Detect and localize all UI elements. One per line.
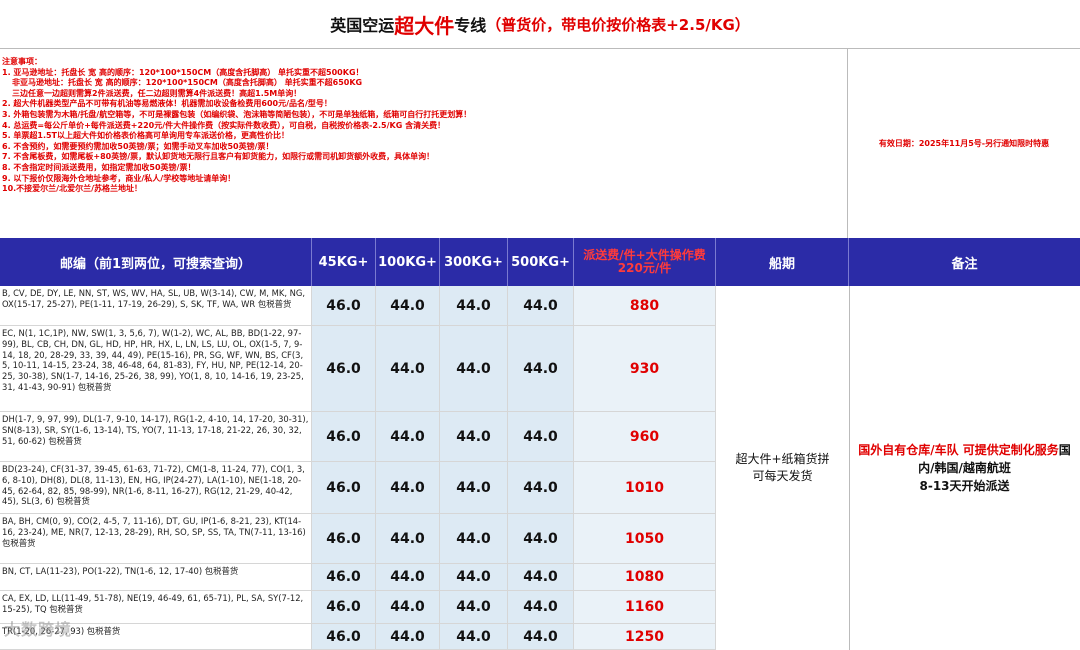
postcode-cell: BD(23-24), CF(31-37, 39-45, 61-63, 71-72… [0,462,312,514]
price-300kg: 44.0 [440,624,508,650]
price-300kg: 44.0 [440,462,508,514]
price-500kg: 44.0 [508,591,574,624]
price-100kg: 44.0 [376,462,440,514]
title-bar: 英国空运 超大件 专线 （普货价，带电价按价格表+2.5/KG） [0,0,1080,49]
price-45kg: 46.0 [312,412,376,462]
note-line: 9. 以下报价仅限海外仓地址参考，商业/私人/学校等地址请单询！ [2,173,236,183]
postcode-cell: B, CV, DE, DY, LE, NN, ST, WS, WV, HA, S… [0,286,312,326]
remark-service: 国外自有仓库/车队 可提供定制化服务 [858,443,1059,457]
title-prefix: 英国空运 [330,16,395,35]
price-300kg: 44.0 [440,412,508,462]
price-500kg: 44.0 [508,412,574,462]
price-100kg: 44.0 [376,564,440,591]
delivery-fee: 1080 [574,564,716,591]
header-ship-date: 船期 [716,238,849,286]
price-100kg: 44.0 [376,286,440,326]
price-500kg: 44.0 [508,462,574,514]
header-postcode: 邮编（前1到两位，可搜索查询） [0,238,312,286]
price-100kg: 44.0 [376,326,440,412]
note-line: 7. 不含尾板费，如需尾板+80英镑/票，默认卸货地无限行且客户有卸货能力，如限… [2,152,435,162]
delivery-fee: 1010 [574,462,716,514]
title-note: （普货价，带电价按价格表+2.5/KG） [486,15,750,34]
price-100kg: 44.0 [376,412,440,462]
price-500kg: 44.0 [508,286,574,326]
price-500kg: 44.0 [508,564,574,591]
price-45kg: 46.0 [312,624,376,650]
price-100kg: 44.0 [376,591,440,624]
delivery-fee: 1050 [574,514,716,564]
price-300kg: 44.0 [440,564,508,591]
price-45kg: 46.0 [312,591,376,624]
delivery-fee: 1250 [574,624,716,650]
title-highlight: 超大件 [394,13,455,38]
ship-line-2: 可每天发货 [752,469,813,483]
notes-block: 注意事项： 1. 亚马逊地址：托盘长 宽 高的顺序：120*100*150CM（… [0,49,848,238]
note-line: 3. 外箱包装需为木箱/托盘/航空箱等，不可是裸露包装（如编织袋、泡沫箱等简陋包… [2,109,472,119]
price-300kg: 44.0 [440,591,508,624]
price-45kg: 46.0 [312,326,376,412]
header-remark: 备注 [849,238,1080,286]
note-line: 非亚马逊地址：托盘长 宽 高的顺序：120*100*150CM（高度含托脚高） … [12,78,363,88]
note-line: 5. 单票超1.5T以上超大件如价格表价格高可单询用专车派送价格，更高性价比！ [2,131,290,141]
price-45kg: 46.0 [312,462,376,514]
header-45kg: 45KG+ [312,238,376,286]
delivery-fee: 880 [574,286,716,326]
price-45kg: 46.0 [312,514,376,564]
price-45kg: 46.0 [312,286,376,326]
postcode-cell: BN, CT, LA(11-23), PO(1-22), TN(1-6, 12,… [0,564,312,591]
postcode-cell: EC, N(1, 1C,1P), NW, SW(1, 3, 5,6, 7), W… [0,326,312,412]
note-line: 三边任意一边超则需算2件派送费，任二边超则需算4件派送费！高超1.5M单询！ [12,88,302,98]
postcode-cell: BA, BH, CM(0, 9), CO(2, 4-5, 7, 11-16), … [0,514,312,564]
ship-date-cell: 超大件+纸箱货拼 可每天发货 [716,286,850,650]
notes-heading: 注意事项： [2,57,42,66]
note-line: 2. 超大件机器类型产品不可带有机油等易燃液体！机器需加收设备检费用600元/品… [2,99,332,109]
ship-line-1: 超大件+纸箱货拼 [735,452,830,466]
price-100kg: 44.0 [376,514,440,564]
header-500kg: 500KG+ [508,238,574,286]
postcode-cell: DH(1-7, 9, 97, 99), DL(1-7, 9-10, 14-17)… [0,412,312,462]
validity-date: 有效日期：2025年11月5号-另行通知限时特惠 [878,139,1050,148]
price-300kg: 44.0 [440,514,508,564]
header-delivery-fee: 派送费/件+大件操作费220元/件 [574,238,716,286]
title-suffix: 专线 [454,16,487,35]
note-line: 10.不接爱尔兰/北爱尔兰/苏格兰地址！ [2,184,143,194]
delivery-fee: 960 [574,412,716,462]
price-45kg: 46.0 [312,564,376,591]
delivery-fee: 930 [574,326,716,412]
note-line: 4. 总运费=每公斤单价+每件派送费+220元/件大件操作费（按实际件数收费），… [2,120,446,130]
note-line: 1. 亚马逊地址：托盘长 宽 高的顺序：120*100*150CM（高度含托脚高… [2,67,364,77]
note-line: 8. 不含指定时间派送费用，如指定需加收50英镑/票！ [2,162,196,172]
delivery-fee: 1160 [574,591,716,624]
price-100kg: 44.0 [376,624,440,650]
price-300kg: 44.0 [440,286,508,326]
price-500kg: 44.0 [508,514,574,564]
watermark-logo: 大数跨境 [4,620,73,639]
remark-cell: 国外自有仓库/车队 可提供定制化服务国内/韩国/越南航班 8-13天开始派送 [849,286,1080,650]
price-500kg: 44.0 [508,624,574,650]
note-line: 6. 不含预约，如需要预约需加收50英镑/票；如需手动叉车加收50英镑/票！ [2,141,274,151]
price-300kg: 44.0 [440,326,508,412]
price-500kg: 44.0 [508,326,574,412]
header-100kg: 100KG+ [376,238,440,286]
header-300kg: 300KG+ [440,238,508,286]
remark-delivery-time: 8-13天开始派送 [919,479,1010,493]
